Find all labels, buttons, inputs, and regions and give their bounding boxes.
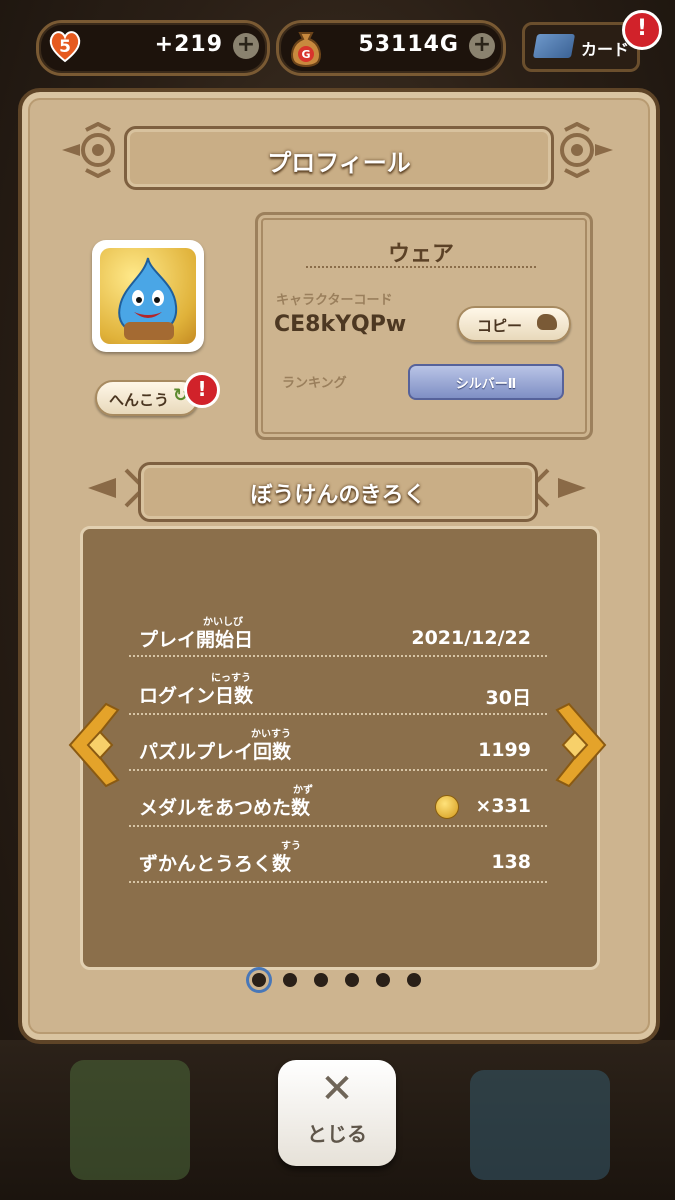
page-dot[interactable] <box>314 973 328 987</box>
profile-title-banner: プロフィール <box>124 126 554 190</box>
stat-value: 1199 <box>478 739 531 761</box>
gold-value: 53114G <box>358 32 459 57</box>
hand-icon <box>537 314 557 330</box>
stat-value: 2021/12/22 <box>411 627 531 649</box>
page-dot[interactable] <box>252 973 266 987</box>
copy-label: コピー <box>477 317 523 335</box>
change-avatar-label: へんこう <box>109 391 170 409</box>
card-alert-icon: ! <box>622 10 662 50</box>
record-stats-box: かいしび プレイ開始日 2021/12/22 にっすう ログイン日数 30日 か… <box>80 526 600 970</box>
character-code-label: キャラクターコード <box>276 293 393 308</box>
stat-label: パズルプレイ回数 <box>139 741 292 763</box>
avatar[interactable] <box>92 240 204 352</box>
close-icon: ✕ <box>320 1066 354 1112</box>
stat-value: ×331 <box>475 795 531 817</box>
stamina-bar: 5 +219 + <box>36 20 270 76</box>
right-ornament-icon <box>560 122 613 178</box>
card-label: カード <box>581 40 630 59</box>
previous-page-arrow-icon[interactable] <box>62 702 124 788</box>
ranking-badge: シルバーⅡ <box>408 364 564 400</box>
copy-button[interactable]: コピー <box>457 306 571 342</box>
left-ornament-icon <box>62 122 115 178</box>
record-title: ぼうけんのきろく <box>250 483 426 508</box>
row-divider <box>129 713 547 715</box>
player-name: ウェア <box>387 242 454 267</box>
row-divider <box>129 769 547 771</box>
background-decor <box>470 1070 610 1180</box>
stat-label: プレイ開始日 <box>139 629 254 651</box>
close-label: とじる <box>307 1122 367 1146</box>
close-button[interactable]: ✕ とじる <box>278 1060 396 1166</box>
background-decor <box>70 1060 190 1180</box>
next-page-arrow-icon[interactable] <box>551 702 613 788</box>
record-title-banner: ぼうけんのきろく <box>138 462 538 522</box>
change-alert-icon: ! <box>184 372 220 408</box>
page-dot[interactable] <box>283 973 297 987</box>
stat-label: ずかんとうろく数 <box>139 853 292 875</box>
row-divider <box>129 825 547 827</box>
medal-icon <box>435 795 459 819</box>
gold-icon-letter: G <box>301 48 310 61</box>
card-icon <box>532 34 576 58</box>
ranking-label: ランキング <box>282 376 347 391</box>
row-divider <box>129 881 547 883</box>
name-divider <box>306 266 536 268</box>
stat-label: メダルをあつめた数 <box>139 797 311 819</box>
gold-bar: G 53114G + <box>276 20 506 76</box>
stat-label: ログイン日数 <box>139 685 254 707</box>
add-stamina-button[interactable]: + <box>233 33 259 59</box>
heart-icon: 5 <box>49 31 81 63</box>
stat-value: 30日 <box>485 687 531 709</box>
stamina-value: +219 <box>154 32 223 57</box>
page-dot[interactable] <box>376 973 390 987</box>
stamina-level: 5 <box>59 37 71 57</box>
row-divider <box>129 655 547 657</box>
profile-title: プロフィール <box>267 149 411 177</box>
gold-bag-icon: G <box>290 32 322 67</box>
page-dot[interactable] <box>345 973 359 987</box>
character-code: CE8kYQPw <box>274 312 407 337</box>
page-dot[interactable] <box>407 973 421 987</box>
ranking-value: シルバーⅡ <box>455 377 517 392</box>
add-gold-button[interactable]: + <box>469 33 495 59</box>
slime-avatar-icon <box>118 257 178 340</box>
stat-value: 138 <box>491 851 531 873</box>
